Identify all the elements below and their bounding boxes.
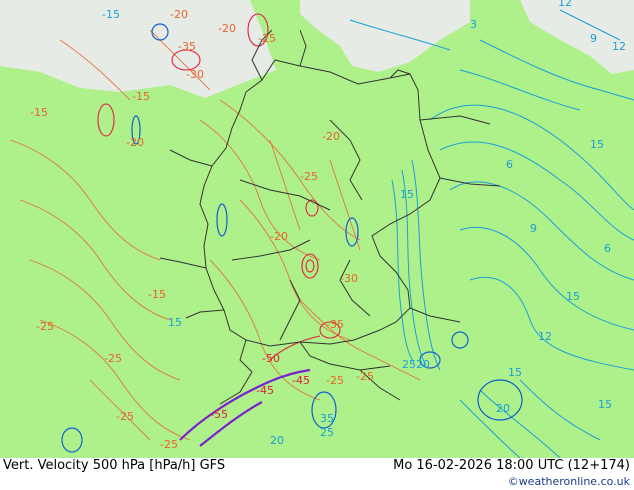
credit-link[interactable]: ©weatheronline.co.uk (508, 475, 630, 488)
contour-label: -25 (300, 170, 318, 183)
contour-label: -30 (186, 68, 204, 81)
contour-label: 12 (612, 40, 626, 53)
contour-label: 15 (566, 290, 580, 303)
contour-label: -20 (218, 22, 236, 35)
contour-label: -55 (210, 408, 228, 421)
contour-label: 9 (530, 222, 537, 235)
contour-label: -25 (326, 374, 344, 387)
contour-label: 20 (270, 434, 284, 447)
contour-label: 12 (558, 0, 572, 9)
contour-label: -25 (160, 438, 178, 451)
contour-label: -45 (256, 384, 274, 397)
contour-label: -25 (356, 370, 374, 383)
map-footer: Vert. Velocity 500 hPa [hPa/h] GFS Mo 16… (0, 458, 634, 490)
contour-label: -20 (126, 136, 144, 149)
contour-label: 15 (168, 316, 182, 329)
contour-label: -45 (292, 374, 310, 387)
map-valid-time: Mo 16-02-2026 18:00 UTC (12+174) (393, 458, 630, 473)
contour-label: 3 (470, 18, 477, 31)
contour-label: -20 (270, 230, 288, 243)
contour-label: -35 (178, 40, 196, 53)
contour-label: -15 (30, 106, 48, 119)
contour-label: 20 (416, 358, 430, 371)
contour-label: -15 (102, 8, 120, 21)
contour-label: -25 (258, 32, 276, 45)
contour-label: 25 (320, 426, 334, 439)
contour-label: 20 (496, 402, 510, 415)
contour-label: 25 (402, 358, 416, 371)
map-svg: -15 -20 -20 -35 -25 -30 -15 -15 -20 -20 -25 -20 -30 -… (0, 0, 634, 458)
contour-label: 12 (538, 330, 552, 343)
contour-label: 9 (590, 32, 597, 45)
contour-label: -25 (104, 352, 122, 365)
contour-label: -20 (170, 8, 188, 21)
map-title: Vert. Velocity 500 hPa [hPa/h] GFS (3, 458, 226, 473)
contour-label: -15 (148, 288, 166, 301)
contour-label: -25 (116, 410, 134, 423)
contour-label: 15 (590, 138, 604, 151)
contour-label: 6 (506, 158, 513, 171)
contour-label: -30 (340, 272, 358, 285)
contour-label: 15 (400, 188, 414, 201)
contour-label: -50 (262, 352, 280, 365)
contour-label: 35 (320, 412, 334, 425)
contour-label: -35 (326, 318, 344, 331)
contour-label: -20 (322, 130, 340, 143)
contour-label: -15 (132, 90, 150, 103)
contour-label: -25 (36, 320, 54, 333)
contour-label: 15 (598, 398, 612, 411)
weather-map: -15 -20 -20 -35 -25 -30 -15 -15 -20 -20 -25 -20 -30 -… (0, 0, 634, 458)
contour-label: 15 (508, 366, 522, 379)
contour-label: 6 (604, 242, 611, 255)
